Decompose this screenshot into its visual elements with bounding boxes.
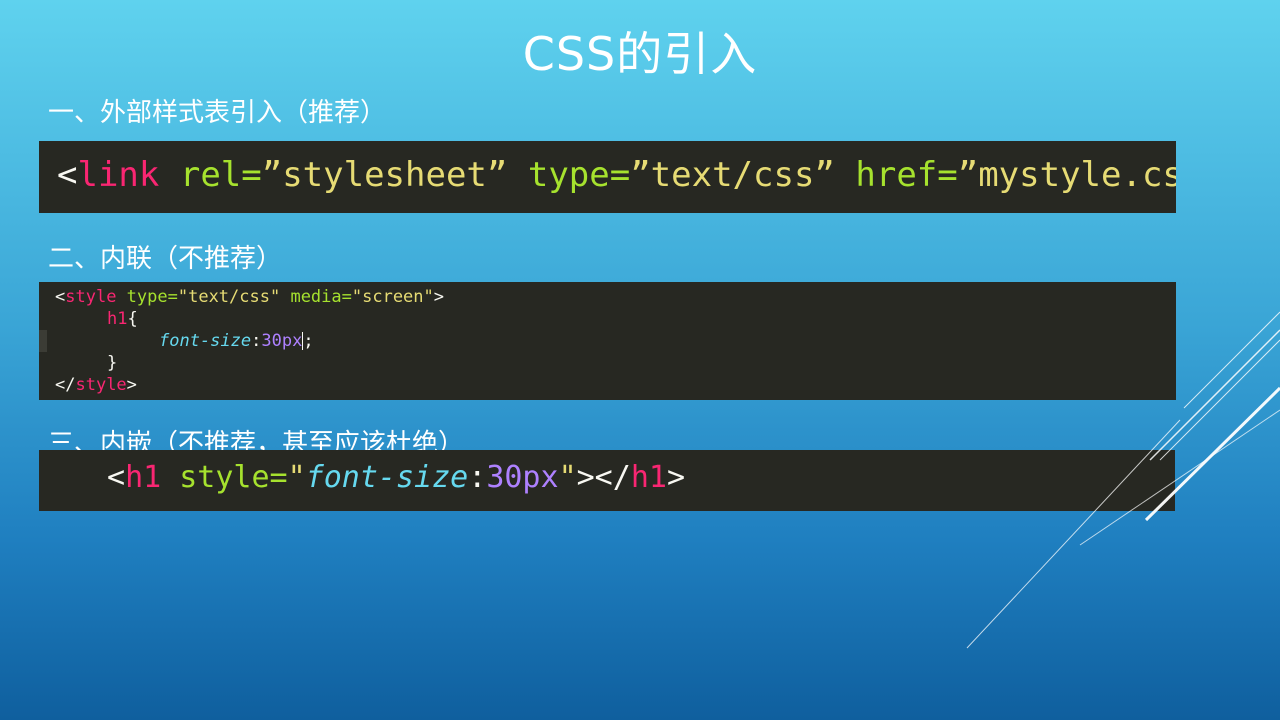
- deco-line: [1159, 339, 1280, 461]
- deco-line: [966, 419, 1181, 649]
- deco-line: [1183, 311, 1280, 409]
- decorative-lines: [966, 311, 1280, 649]
- deco-line: [1149, 329, 1280, 461]
